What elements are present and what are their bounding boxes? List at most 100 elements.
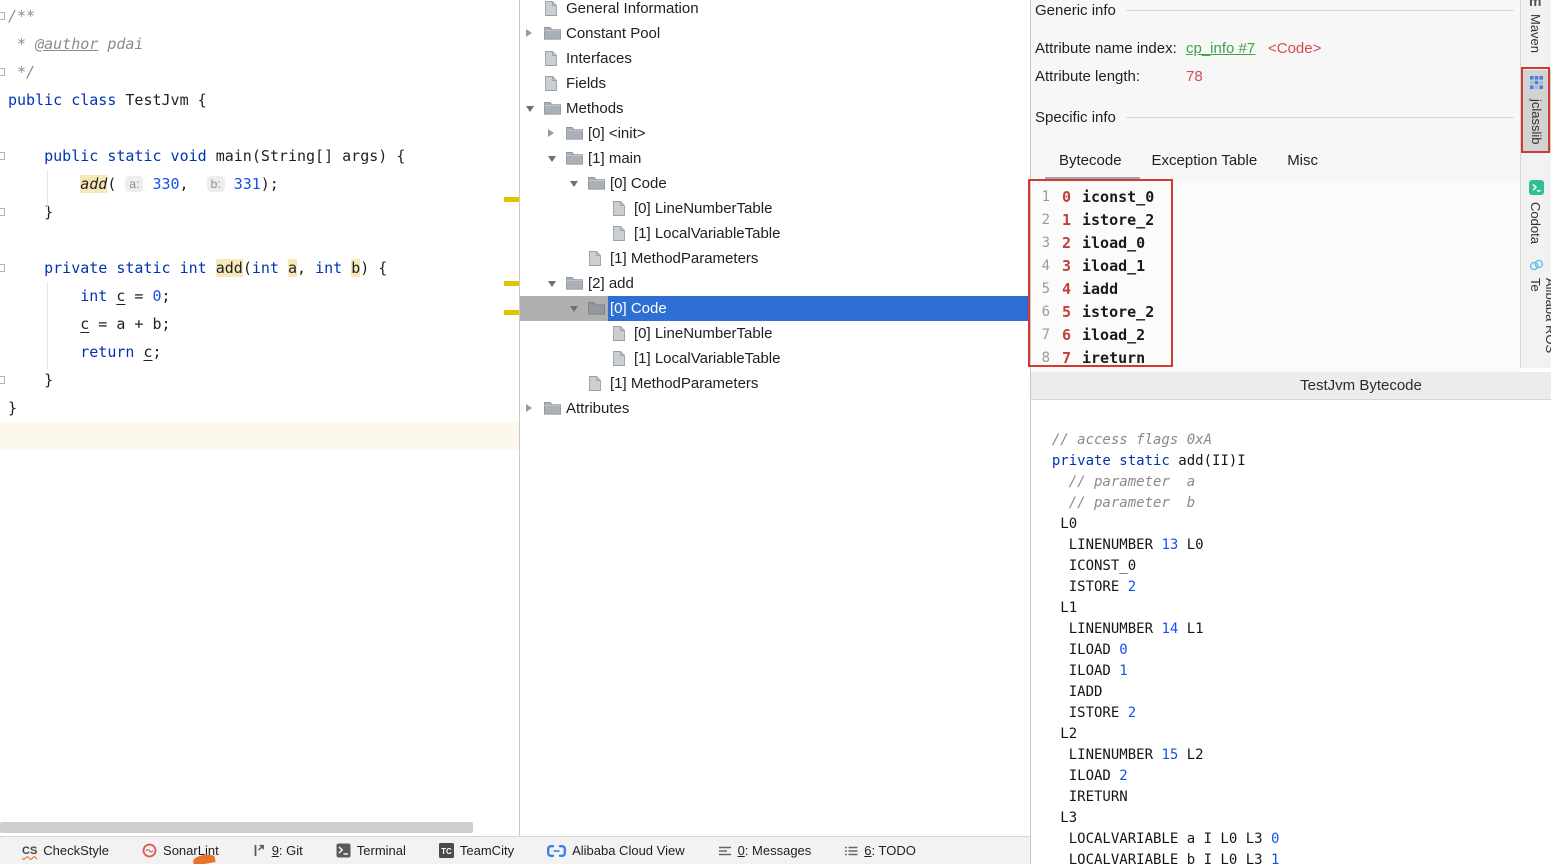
code-token: TestJvm { (125, 91, 206, 109)
editor-horizontal-scrollbar[interactable] (0, 822, 473, 833)
tree-row[interactable]: [1] LocalVariableTable (520, 346, 1030, 371)
asm-line: L0 (1035, 514, 1551, 535)
tree-row[interactable]: [1] LocalVariableTable (520, 221, 1030, 246)
fold-marker-icon[interactable] (0, 376, 5, 384)
tree-expand-arrow-icon[interactable] (526, 29, 532, 37)
code-token (279, 259, 288, 277)
bytecode-list: 10iconst_021istore_232iload_043iload_154… (1031, 182, 1520, 372)
asm-token: 15 (1161, 747, 1178, 763)
code-editor[interactable]: /** * @author pdai */public class TestJv… (0, 0, 520, 836)
tab-bytecode[interactable]: Bytecode (1059, 152, 1122, 169)
class-structure-tree[interactable]: General InformationConstant PoolInterfac… (520, 0, 1030, 836)
document-icon (544, 51, 557, 70)
asm-token: L2 (1178, 747, 1203, 763)
code-line: int c = 0; (0, 282, 519, 310)
bytecode-row[interactable]: 43iload_1 (1031, 254, 1520, 277)
status-item-teamcity[interactable]: TCTeamCity (439, 843, 514, 858)
checkstyle-icon: CS (22, 845, 37, 857)
tree-row[interactable]: General Information (520, 0, 1030, 21)
messages-icon (718, 845, 732, 857)
asm-token: L1 (1035, 600, 1077, 616)
bytecode-row[interactable]: 76iload_2 (1031, 323, 1520, 346)
asm-token: 2 (1128, 705, 1136, 721)
tree-row[interactable]: Methods (520, 96, 1030, 121)
asm-line: LOCALVARIABLE b I L0 L3 1 (1035, 850, 1551, 864)
tree-row[interactable]: Fields (520, 71, 1030, 96)
code-token: b (351, 259, 360, 277)
status-item-messages[interactable]: 0: Messages (718, 843, 812, 858)
code-token: /** (8, 7, 35, 25)
tab-misc[interactable]: Misc (1287, 152, 1318, 169)
bytecode-row[interactable]: 32iload_0 (1031, 231, 1520, 254)
asm-line: // parameter a (1035, 472, 1551, 493)
attribute-info-panel: Generic info Attribute name index: cp_in… (1030, 0, 1520, 372)
code-token: @author (35, 35, 98, 53)
code-line (0, 114, 519, 142)
asm-panel-body[interactable]: // access flags 0xA private static add(I… (1031, 400, 1551, 864)
tree-row[interactable]: [1] MethodParameters (520, 371, 1030, 396)
bytecode-row[interactable]: 10iconst_0 (1031, 185, 1520, 208)
status-item-git[interactable]: 9: Git (252, 843, 303, 858)
asm-line: ISTORE 2 (1035, 577, 1551, 598)
bytecode-row[interactable]: 87ireturn (1031, 346, 1520, 369)
tool-button-alibaba-ros[interactable]: Alibaba ROS Te (1528, 278, 1551, 368)
tree-collapse-arrow-icon[interactable] (548, 281, 556, 287)
document-icon (544, 1, 557, 20)
bytecode-offset: 7 (1057, 349, 1071, 367)
code-token (225, 175, 234, 193)
tree-row[interactable]: [0] Code (520, 296, 1030, 321)
fold-marker-icon[interactable] (0, 152, 5, 160)
asm-token: LINENUMBER (1035, 621, 1161, 637)
document-icon (612, 201, 625, 220)
tree-expand-arrow-icon[interactable] (548, 129, 554, 137)
status-item-checkstyle[interactable]: CSCheckStyle (22, 843, 109, 858)
asm-line: ICONST_0 (1035, 556, 1551, 577)
cp-info-link[interactable]: cp_info #7 (1186, 40, 1255, 57)
alibaba-ros-icon (1529, 258, 1544, 278)
tree-row[interactable]: Interfaces (520, 46, 1030, 71)
fold-marker-icon[interactable] (0, 208, 5, 216)
fold-marker-icon[interactable] (0, 12, 5, 20)
tree-row[interactable]: [0] LineNumberTable (520, 196, 1030, 221)
tree-row[interactable]: [1] main (520, 146, 1030, 171)
tree-row[interactable]: Constant Pool (520, 21, 1030, 46)
asm-token: L3 (1035, 810, 1077, 826)
tree-collapse-arrow-icon[interactable] (548, 156, 556, 162)
attr-length-value: 78 (1186, 68, 1203, 85)
bytecode-row[interactable]: 65istore_2 (1031, 300, 1520, 323)
indent-guide (47, 170, 48, 210)
asm-line: LINENUMBER 13 L0 (1035, 535, 1551, 556)
tab-exception-table[interactable]: Exception Table (1152, 152, 1258, 169)
change-marker (504, 197, 519, 202)
asm-token: // access flags 0xA (1035, 432, 1212, 448)
bytecode-row[interactable]: 21istore_2 (1031, 208, 1520, 231)
tree-row[interactable]: [0] LineNumberTable (520, 321, 1030, 346)
fold-marker-icon[interactable] (0, 68, 5, 76)
tool-button-jclasslib[interactable]: jclasslib (1521, 70, 1551, 152)
tree-node-label: [1] MethodParameters (610, 371, 758, 396)
fold-marker-icon[interactable] (0, 264, 5, 272)
code-token: int (315, 259, 342, 277)
tree-row[interactable]: [1] MethodParameters (520, 246, 1030, 271)
tree-row[interactable]: [2] add (520, 271, 1030, 296)
tree-row[interactable]: Attributes (520, 396, 1030, 421)
tree-row[interactable]: [0] <init> (520, 121, 1030, 146)
bytecode-row[interactable]: 54iadd (1031, 277, 1520, 300)
code-token: 330 (152, 175, 179, 193)
status-item-terminal[interactable]: Terminal (336, 843, 406, 858)
asm-token: 13 (1161, 537, 1178, 553)
tool-button-maven[interactable]: Maven (1528, 14, 1543, 53)
folder-icon (544, 101, 561, 119)
tree-collapse-arrow-icon[interactable] (526, 106, 534, 112)
status-item-todo[interactable]: 6: TODO (844, 843, 916, 858)
tool-button-codota[interactable]: Codota (1528, 202, 1543, 244)
status-item-alibaba-cloud-view[interactable]: Alibaba Cloud View (547, 843, 685, 858)
tree-row[interactable]: [0] Code (520, 171, 1030, 196)
tree-expand-arrow-icon[interactable] (526, 404, 532, 412)
asm-token: LINENUMBER (1035, 537, 1161, 553)
code-token: private static int (44, 259, 216, 277)
tree-collapse-arrow-icon[interactable] (570, 181, 578, 187)
sonarlint-icon (142, 843, 157, 858)
tree-node-label: Constant Pool (566, 21, 660, 46)
tree-collapse-arrow-icon[interactable] (570, 306, 578, 312)
